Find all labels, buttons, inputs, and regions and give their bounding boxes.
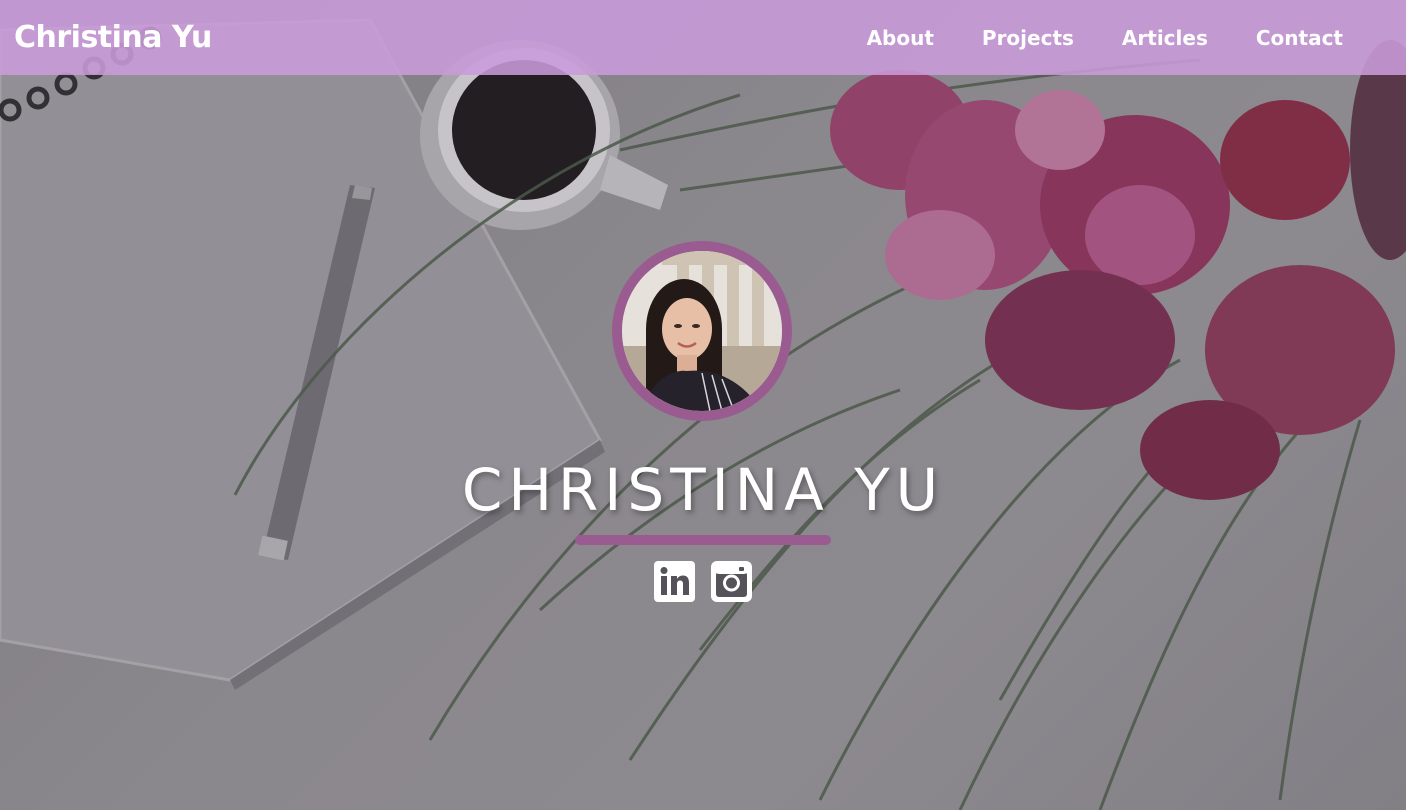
name-underline (575, 535, 831, 545)
hero-name-heading: CHRISTINA YU (461, 456, 945, 524)
nav-links: About Projects Articles Contact (819, 26, 1343, 50)
linkedin-icon[interactable] (654, 561, 695, 602)
nav-link-projects[interactable]: Projects (982, 26, 1074, 50)
nav-link-about[interactable]: About (867, 26, 934, 50)
brand-link[interactable]: Christina Yu (14, 20, 212, 55)
nav-link-articles[interactable]: Articles (1122, 26, 1208, 50)
nav-link-contact[interactable]: Contact (1256, 26, 1343, 50)
profile-photo (622, 251, 782, 411)
instagram-icon[interactable] (711, 561, 752, 602)
profile-avatar (612, 241, 792, 421)
social-links (654, 561, 752, 602)
navbar: Christina Yu About Projects Articles Con… (0, 0, 1406, 75)
